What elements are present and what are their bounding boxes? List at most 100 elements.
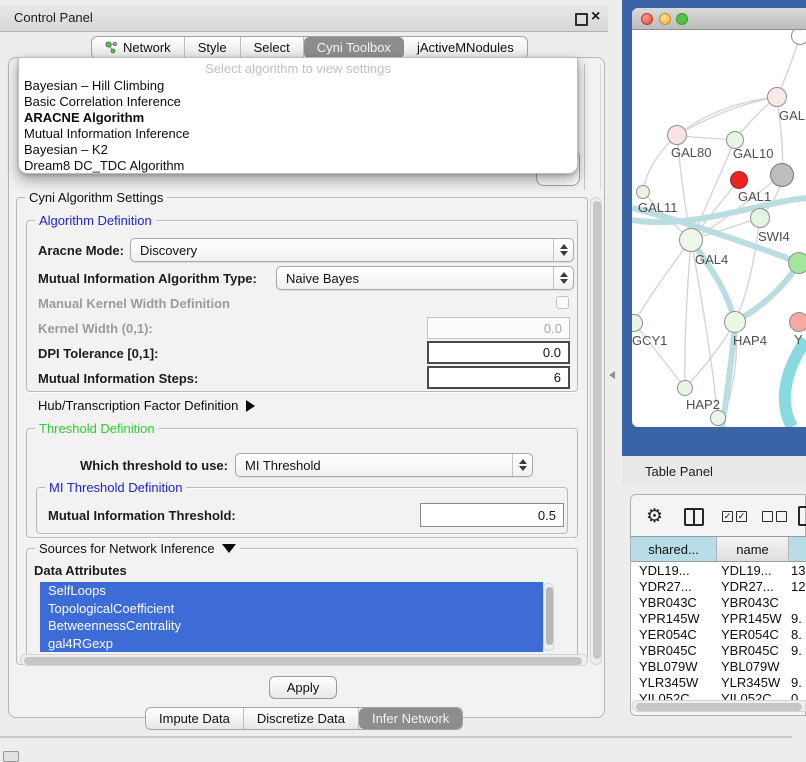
network-node[interactable] <box>710 410 726 426</box>
close-icon[interactable]: × <box>591 8 600 26</box>
hub-definition-section[interactable]: Hub/Transcription Factor Definition <box>38 398 255 413</box>
table-row[interactable]: YLR345W YLR345W 9. <box>631 674 806 690</box>
cell-shared-name: YDL19... <box>631 563 717 578</box>
algorithm-option[interactable]: Mutual Information Inference <box>19 126 577 142</box>
network-node[interactable] <box>750 208 770 228</box>
dpi-tolerance-input[interactable]: 0.0 <box>427 341 570 364</box>
table-panel-title: Table Panel <box>645 464 713 479</box>
cell-name: YBR043C <box>717 595 789 610</box>
network-node[interactable] <box>677 380 693 396</box>
tab-style[interactable]: Style <box>185 37 241 58</box>
cell-name: YLR345W <box>717 675 789 690</box>
table-row[interactable]: YBR045C YBR045C 9. <box>631 642 806 658</box>
tab-select[interactable]: Select <box>241 37 304 58</box>
minimize-traffic-light[interactable] <box>659 13 671 25</box>
network-node[interactable] <box>791 30 806 45</box>
network-node[interactable] <box>679 228 703 252</box>
splitter-collapse-icon[interactable] <box>609 371 615 379</box>
mi-threshold-input[interactable]: 0.5 <box>420 503 564 527</box>
cell-shared-name: YIL052C <box>631 691 717 701</box>
settings-horizontal-scrollbar[interactable] <box>20 654 588 666</box>
split-columns-icon[interactable] <box>684 508 704 526</box>
table-row[interactable]: YBR043C YBR043C <box>631 594 806 610</box>
network-node[interactable] <box>724 311 746 333</box>
network-node[interactable] <box>730 171 748 189</box>
network-node[interactable] <box>632 314 643 332</box>
manual-kernel-checkbox[interactable] <box>556 296 569 309</box>
cell-value: 9. <box>789 675 806 690</box>
hub-definition-label: Hub/Transcription Factor Definition <box>38 398 238 413</box>
table-row[interactable]: YDL19... YDL19... 13 <box>631 562 806 578</box>
network-node[interactable] <box>767 87 787 107</box>
cell-name: YBR045C <box>717 643 789 658</box>
manual-kernel-label: Manual Kernel Width Definition <box>38 296 230 311</box>
column-header-name[interactable]: name <box>717 537 789 561</box>
which-threshold-combo[interactable]: MI Threshold <box>235 453 533 477</box>
unchecked-checkbox-icon[interactable] <box>776 511 787 522</box>
cell-name: YPR145W <box>717 611 789 626</box>
table-row[interactable]: YER054C YER054C 8. <box>631 626 806 642</box>
table-horizontal-scrollbar[interactable] <box>632 700 806 712</box>
cell-shared-name: YPR145W <box>631 611 717 626</box>
which-threshold-label: Which threshold to use: <box>38 458 228 473</box>
apply-button[interactable]: Apply <box>269 676 337 699</box>
table-row[interactable]: YPR145W YPR145W 9. <box>631 610 806 626</box>
network-node[interactable] <box>788 252 806 274</box>
aracne-mode-combo[interactable]: Discovery <box>130 238 574 262</box>
tab-infer-network[interactable]: Infer Network <box>359 708 462 729</box>
settings-scrollbar-thumb[interactable] <box>593 201 601 659</box>
unchecked-checkbox-icon[interactable] <box>762 511 773 522</box>
algorithm-option[interactable]: Bayesian – Hill Climbing <box>19 78 577 94</box>
close-traffic-light[interactable] <box>641 13 653 25</box>
data-attributes-list[interactable]: SelfLoopsTopologicalCoefficientBetweenne… <box>40 582 543 652</box>
mi-type-combo[interactable]: Naive Bayes <box>276 266 574 290</box>
collapse-arrow-icon[interactable] <box>222 544 236 553</box>
data-attribute-item[interactable]: SelfLoops <box>40 582 543 600</box>
data-attribute-item[interactable]: BetweennessCentrality <box>40 617 543 635</box>
bottom-corner-button[interactable] <box>3 751 19 762</box>
cell-shared-name: YLR345W <box>631 675 717 690</box>
algorithm-option[interactable]: Bayesian – K2 <box>19 142 577 158</box>
mi-steps-input[interactable]: 6 <box>427 366 570 389</box>
tab-discretize-data[interactable]: Discretize Data <box>244 708 359 729</box>
export-table-icon[interactable] <box>798 506 806 526</box>
table-row[interactable]: YIL052C YIL052C 0. <box>631 690 806 700</box>
data-attribute-item[interactable]: TopologicalCoefficient <box>40 600 543 618</box>
network-node[interactable] <box>636 185 650 199</box>
algorithm-option[interactable]: Basic Correlation Inference <box>19 94 577 110</box>
attributes-vertical-scrollbar[interactable] <box>543 583 554 651</box>
network-canvas[interactable]: GALGAL80GAL10GAL11GAL1GAL4SWI4GCY1HAP4YH… <box>632 30 806 427</box>
network-node-label: GAL1 <box>738 189 771 204</box>
checked-checkbox-icon[interactable]: ✓ <box>722 511 733 522</box>
checked-checkbox-icon[interactable]: ✓ <box>736 511 747 522</box>
cell-value: 13 <box>789 563 806 578</box>
network-node[interactable] <box>667 125 687 145</box>
algorithm-definition-title: Algorithm Definition <box>35 213 156 228</box>
column-header-partial[interactable] <box>789 537 806 561</box>
cell-shared-name: YER054C <box>631 627 717 642</box>
data-attribute-item[interactable]: gal4RGexp <box>40 635 543 653</box>
aracne-mode-label: Aracne Mode: <box>38 243 124 258</box>
expand-arrow-icon[interactable] <box>246 400 255 412</box>
tab-network-label: Network <box>123 40 171 55</box>
kernel-width-input[interactable]: 0.0 <box>427 317 570 339</box>
tab-impute-data[interactable]: Impute Data <box>146 708 244 729</box>
algorithm-option[interactable]: Dream8 DC_TDC Algorithm <box>19 158 577 174</box>
network-node-label: GCY1 <box>632 333 667 348</box>
column-header-shared-name[interactable]: shared... <box>631 537 717 561</box>
bottom-divider <box>0 736 792 738</box>
network-node[interactable] <box>770 163 794 187</box>
table-row[interactable]: YDR27... YDR27... 12 <box>631 578 806 594</box>
settings-vertical-scrollbar[interactable] <box>590 197 602 665</box>
table-row[interactable]: YBL079W YBL079W <box>631 658 806 674</box>
network-node[interactable] <box>789 312 806 332</box>
tab-network[interactable]: Network <box>92 37 185 58</box>
gear-icon[interactable]: ⚙ <box>646 507 663 526</box>
cell-shared-name: YBR045C <box>631 643 717 658</box>
tab-jactivemnodules[interactable]: jActiveMNodules <box>404 37 527 58</box>
algorithm-option[interactable]: ARACNE Algorithm <box>19 110 577 126</box>
float-window-icon[interactable] <box>575 13 588 26</box>
zoom-traffic-light[interactable] <box>676 13 688 25</box>
tab-cyni-toolbox[interactable]: Cyni Toolbox <box>304 37 404 58</box>
sources-group-title[interactable]: Sources for Network Inference <box>35 541 240 556</box>
